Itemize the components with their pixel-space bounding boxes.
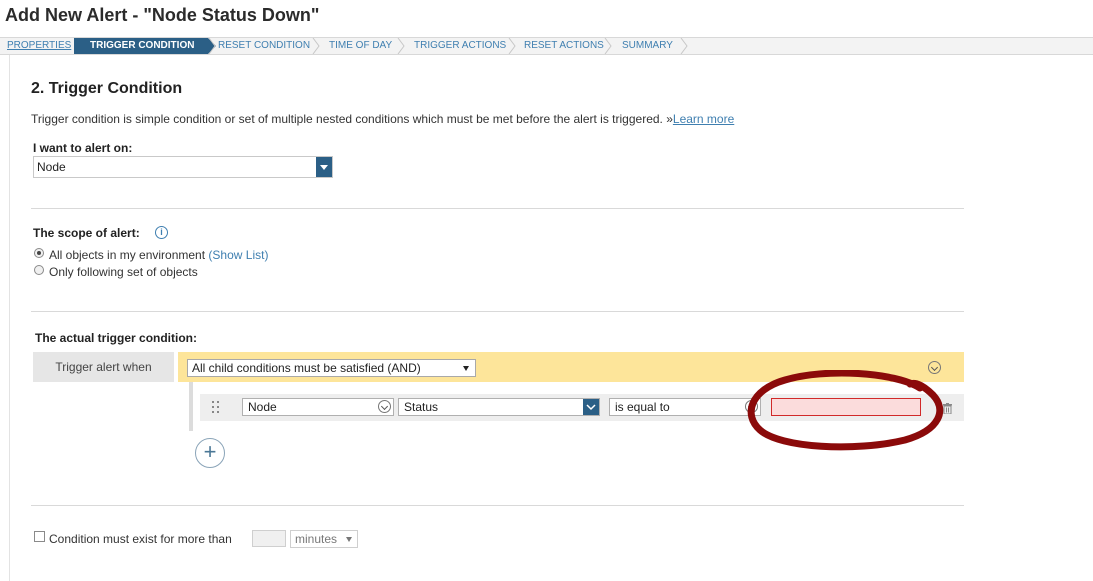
section-description: Trigger condition is simple condition or… [31, 112, 734, 126]
chevron-right-icon [604, 38, 612, 54]
condition-operator-value: is equal to [615, 400, 670, 414]
duration-unit-select[interactable]: minutes [290, 530, 358, 548]
condition-field-value: Status [404, 400, 439, 414]
scope-all-label: All objects in my environment (Show List… [49, 248, 268, 262]
condition-duration-label: Condition must exist for more than [49, 532, 232, 546]
alert-on-select[interactable]: Node [33, 156, 333, 178]
trigger-when-label: Trigger alert when [33, 352, 174, 382]
caret-down-icon [463, 366, 469, 371]
page-title: Add New Alert - "Node Status Down" [5, 5, 320, 25]
alert-on-value: Node [37, 160, 66, 174]
condition-field-select[interactable]: Status [398, 398, 600, 416]
condition-object-value: Node [248, 400, 277, 414]
chevron-right-icon [680, 38, 688, 54]
scope-following-radio[interactable] [34, 265, 44, 275]
step-time-of-day[interactable]: TIME OF DAY [329, 38, 392, 54]
chevron-down-icon [378, 400, 391, 413]
step-reset-condition[interactable]: RESET CONDITION [218, 38, 310, 54]
learn-more-link[interactable]: Learn more [673, 112, 734, 126]
show-list-link[interactable]: (Show List) [208, 248, 268, 262]
plus-icon[interactable]: + [195, 438, 225, 468]
chevron-down-icon [583, 399, 599, 415]
chevron-down-icon[interactable] [316, 157, 332, 177]
group-operator-value: All child conditions must be satisfied (… [192, 361, 421, 375]
condition-object-select[interactable]: Node [242, 398, 394, 416]
chevron-right-icon [312, 38, 320, 54]
condition-duration-checkbox[interactable] [34, 531, 45, 542]
drag-handle-icon[interactable] [212, 401, 220, 413]
annotation-circle [747, 370, 944, 451]
trigger-condition-label: The actual trigger condition: [35, 331, 198, 345]
scope-all-radio[interactable] [34, 248, 44, 258]
description-text: Trigger condition is simple condition or… [31, 112, 673, 126]
scope-label: The scope of alert: [33, 226, 140, 240]
duration-unit-value: minutes [295, 532, 338, 546]
step-reset-actions[interactable]: RESET ACTIONS [524, 38, 604, 54]
condition-operator-select[interactable]: is equal to [609, 398, 761, 416]
section-title: 2. Trigger Condition [31, 80, 183, 97]
info-icon[interactable]: i [155, 226, 168, 239]
wizard-steps: PROPERTIES TRIGGER CONDITION RESET CONDI… [0, 37, 1093, 55]
step-properties[interactable]: PROPERTIES [7, 38, 71, 54]
chevron-right-icon [397, 38, 405, 54]
duration-value-input[interactable] [252, 530, 286, 547]
chevron-right-icon [508, 38, 516, 54]
divider [31, 311, 964, 312]
scope-all-text: All objects in my environment [49, 248, 206, 262]
group-operator-select[interactable]: All child conditions must be satisfied (… [187, 359, 476, 377]
alert-on-label: I want to alert on: [33, 141, 133, 155]
step-trigger-condition[interactable]: TRIGGER CONDITION [74, 38, 217, 54]
divider [31, 208, 964, 209]
chevron-right-icon [208, 38, 216, 54]
tree-connector [189, 382, 193, 431]
step-trigger-actions[interactable]: TRIGGER ACTIONS [414, 38, 506, 54]
step-summary[interactable]: SUMMARY [622, 38, 673, 54]
panel-border [9, 55, 10, 581]
scope-following-label: Only following set of objects [49, 265, 198, 279]
divider [31, 505, 964, 506]
caret-down-icon [346, 537, 352, 542]
